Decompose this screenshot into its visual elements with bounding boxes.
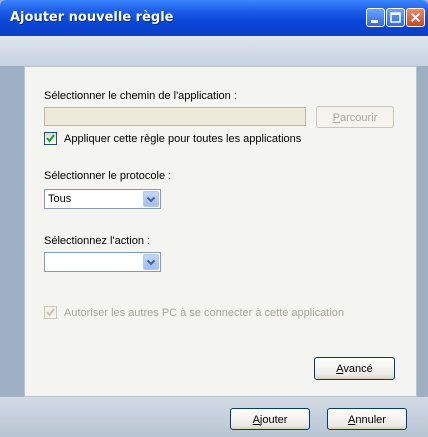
- close-button[interactable]: [406, 8, 425, 27]
- path-label: Sélectionner le chemin de l'application …: [44, 90, 237, 102]
- allow-pc-label: Autoriser les autres PC à se connecter à…: [64, 307, 345, 319]
- action-dropdown-button[interactable]: [143, 254, 159, 270]
- close-icon: [410, 12, 421, 23]
- cancel-button[interactable]: Annuler: [327, 408, 407, 430]
- dialog-window: Ajouter nouvelle règle Sélectionner le c…: [0, 0, 428, 437]
- minimize-icon: [371, 20, 378, 23]
- maximize-icon: [390, 12, 401, 23]
- apply-all-label: Appliquer cette règle pour toutes les ap…: [64, 133, 302, 145]
- footer-bar: Ajouter Annuler: [0, 397, 428, 437]
- maximize-button[interactable]: [386, 8, 405, 27]
- add-button[interactable]: Ajouter: [230, 408, 310, 430]
- protocol-dropdown-button[interactable]: [143, 191, 159, 207]
- content-panel: Sélectionner le chemin de l'application …: [24, 66, 417, 397]
- action-label: Sélectionnez l'action :: [44, 235, 151, 247]
- window-title: Ajouter nouvelle règle: [10, 10, 174, 25]
- action-select[interactable]: [44, 252, 161, 272]
- title-bar[interactable]: Ajouter nouvelle règle: [0, 0, 428, 36]
- protocol-value: Tous: [48, 193, 72, 205]
- browse-button[interactable]: Parcourir: [316, 106, 394, 128]
- header-band: [0, 36, 428, 66]
- chevron-down-icon: [146, 259, 156, 266]
- allow-pc-checkbox[interactable]: [44, 306, 57, 319]
- apply-all-checkbox[interactable]: [44, 132, 57, 145]
- advanced-button[interactable]: Avancé: [314, 357, 395, 380]
- chevron-down-icon: [146, 196, 156, 203]
- checkmark-icon: [46, 308, 55, 317]
- protocol-label: Sélectionner le protocole :: [44, 170, 172, 182]
- path-input[interactable]: [44, 107, 306, 126]
- checkmark-icon: [46, 134, 55, 143]
- minimize-button[interactable]: [366, 8, 385, 27]
- protocol-select[interactable]: Tous: [44, 189, 161, 209]
